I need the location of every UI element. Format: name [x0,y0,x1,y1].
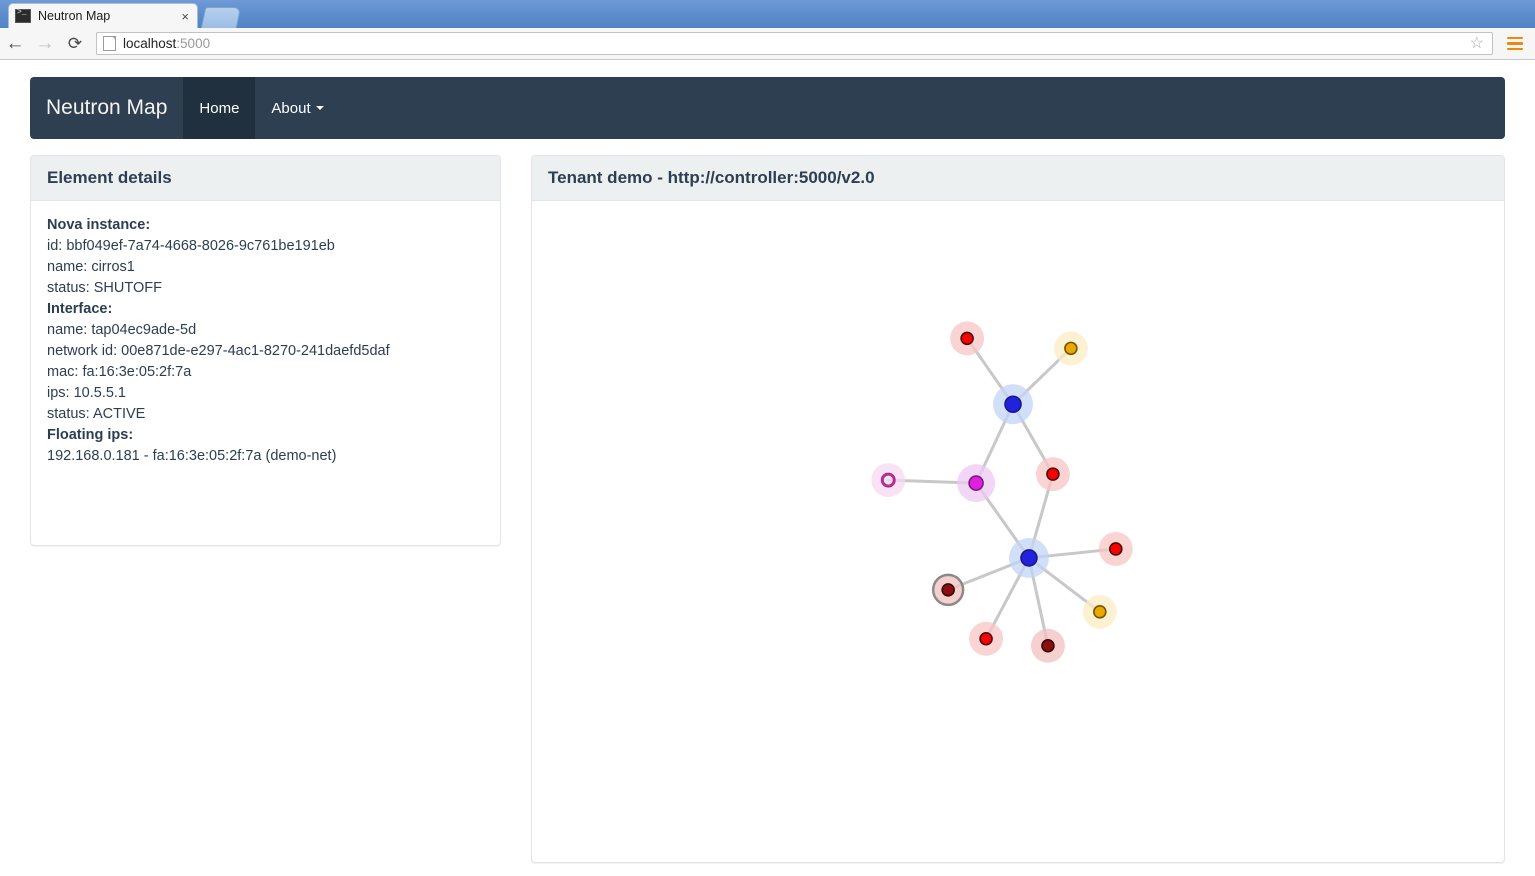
detail-section-label: Nova instance: [47,217,151,233]
element-details-panel: Element details Nova instance: id: bbf049… [30,155,501,546]
graph-node-core[interactable] [1004,395,1022,414]
navbar-brand[interactable]: Neutron Map [30,77,183,139]
detail-line: status: ACTIVE [47,406,146,422]
topology-title: Tenant demo - http://controller:5000/v2.… [532,156,1504,201]
back-button[interactable]: ← [0,29,30,59]
address-bar[interactable]: localhost:5000 ☆ [96,32,1493,55]
reload-button[interactable]: ⟳ [60,29,90,59]
forward-button[interactable]: → [30,29,60,59]
nav-item-home-label: Home [199,99,240,117]
graph-node-instance[interactable] [1035,457,1070,492]
graph-node-instance[interactable] [1098,531,1133,566]
graph-node-core[interactable] [1020,549,1038,567]
detail-line: ips: 10.5.5.1 [47,385,126,401]
url-text: localhost:5000 [123,36,1470,51]
graph-node-instance[interactable] [1030,628,1065,663]
graph-node-core[interactable] [979,631,993,646]
detail-section-label: Floating ips: [47,427,134,443]
close-icon[interactable]: × [179,10,191,23]
graph-node-network[interactable] [993,384,1033,425]
tab-strip: Neutron Map × [0,0,1535,28]
graph-node-core[interactable] [960,331,974,346]
element-details-title: Element details [31,156,500,201]
graph-node-instance[interactable] [931,573,965,607]
chevron-down-icon [315,106,324,110]
topology-panel: Tenant demo - http://controller:5000/v2.… [531,155,1505,863]
graph-node-network[interactable] [1009,537,1049,578]
menu-bar-3 [1507,47,1523,51]
graph-node-core[interactable] [941,583,955,597]
nav-item-about[interactable]: About [255,77,339,139]
page-info-icon [103,36,116,51]
menu-bar-1 [1507,36,1523,40]
bookmark-star-icon[interactable]: ☆ [1470,35,1484,52]
browser-titlebar: Neutron Map × [0,0,1535,28]
graph-node-external[interactable] [871,463,906,498]
hamburger-menu-icon[interactable] [1501,29,1529,59]
url-rest: :5000 [176,36,211,51]
detail-line: id: bbf049ef-7a74-4668-8026-9c761be191eb [47,238,335,254]
page-content: Neutron Map Home About Element details N… [0,61,1535,876]
browser-toolbar: ← → ⟳ localhost:5000 ☆ [0,28,1535,60]
graph-node-instance[interactable] [969,621,1004,656]
detail-line: name: cirros1 [47,259,135,275]
detail-line: mac: fa:16:3e:05:2f:7a [47,364,192,380]
topology-graph-area[interactable] [532,201,1504,846]
detail-line: 192.168.0.181 - fa:16:3e:05:2f:7a (demo-… [47,448,337,464]
terminal-favicon [15,8,31,23]
element-details-body: Nova instance: id: bbf049ef-7a74-4668-802… [31,201,500,481]
tab-title: Neutron Map [38,9,111,23]
graph-node-core[interactable] [1093,605,1107,619]
detail-line: status: SHUTOFF [47,280,162,296]
graph-node-core[interactable] [968,475,984,491]
graph-node-halo [871,463,906,498]
graph-node-core[interactable] [1041,638,1055,653]
nav-item-home[interactable]: Home [183,77,256,139]
graph-node-core[interactable] [1046,467,1060,481]
graph-links [886,336,1118,648]
graph-node-router[interactable] [1053,331,1088,366]
graph-node-core[interactable] [1109,542,1123,556]
url-host: localhost [123,36,177,51]
detail-line: name: tap04ec9ade-5d [47,322,197,338]
nav-item-about-label: About [271,99,311,117]
app-navbar: Neutron Map Home About [30,77,1505,139]
browser-tab[interactable]: Neutron Map × [8,3,198,28]
graph-node-instance[interactable] [950,321,985,356]
new-tab-button[interactable] [200,7,242,28]
graph-node-core[interactable] [1064,341,1078,356]
graph-node-router[interactable] [1082,594,1117,629]
detail-section-label: Interface: [47,301,113,317]
graph-node-subnet[interactable] [957,464,996,503]
topology-graph-svg[interactable] [532,201,1504,846]
menu-bar-2 [1507,42,1523,45]
detail-line: network id: 00e871de-e297-4ac1-8270-241d… [47,343,390,359]
